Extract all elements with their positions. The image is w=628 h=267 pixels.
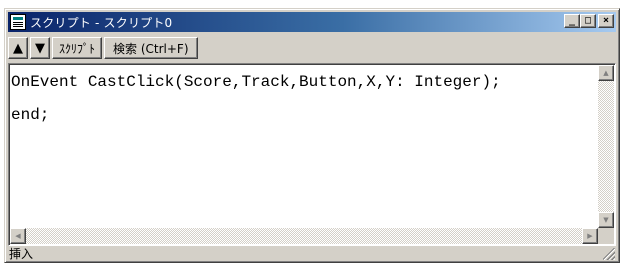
minimize-button[interactable]: _ — [564, 14, 580, 28]
scroll-down-icon: ▼ — [603, 215, 609, 224]
script-select-button[interactable]: ｽｸﾘﾌﾟﾄ — [52, 37, 103, 59]
search-button[interactable]: 検索 (Ctrl+F) — [104, 37, 198, 59]
toolbar: ▲ ▼ ｽｸﾘﾌﾟﾄ 検索 (Ctrl+F) — [8, 35, 616, 61]
code-line[interactable]: end; — [11, 99, 597, 132]
vertical-scrollbar[interactable]: ▲ ▼ — [598, 65, 614, 228]
window-controls: _ □ × — [564, 14, 614, 28]
scroll-left-button[interactable]: ◀ — [10, 228, 26, 244]
script-editor-window: スクリプト - スクリプト0 _ □ × ▲ ▼ ｽｸﾘﾌﾟﾄ 検索 (Ctrl… — [4, 8, 620, 263]
script-window-icon[interactable] — [10, 14, 26, 30]
title-bar[interactable]: スクリプト - スクリプト0 _ □ × — [8, 12, 616, 32]
script-editor[interactable]: OnEvent CastClick(Score,Track,Button,X,Y… — [8, 63, 616, 246]
up-arrow-icon: ▲ — [13, 40, 23, 56]
scrollbar-corner — [598, 228, 614, 244]
scroll-up-button[interactable]: ▲ — [598, 65, 614, 81]
previous-script-button[interactable]: ▲ — [8, 37, 28, 59]
down-arrow-icon: ▼ — [35, 40, 45, 56]
close-button[interactable]: × — [598, 14, 614, 28]
scroll-up-icon: ▲ — [603, 68, 609, 77]
status-bar: 挿入 — [8, 247, 616, 261]
code-line[interactable]: OnEvent CastClick(Score,Track,Button,X,Y… — [11, 66, 597, 99]
code-text-area[interactable]: OnEvent CastClick(Score,Track,Button,X,Y… — [11, 66, 597, 227]
resize-grip-icon[interactable] — [603, 248, 615, 260]
scroll-down-button[interactable]: ▼ — [598, 212, 614, 228]
horizontal-scrollbar[interactable]: ◀ ▶ — [10, 228, 598, 244]
maximize-button[interactable]: □ — [580, 14, 596, 28]
scroll-right-icon: ▶ — [587, 231, 593, 240]
scroll-right-button[interactable]: ▶ — [582, 228, 598, 244]
next-script-button[interactable]: ▼ — [30, 37, 50, 59]
scroll-left-icon: ◀ — [15, 231, 21, 240]
window-title: スクリプト - スクリプト0 — [30, 15, 173, 30]
insert-mode-status: 挿入 — [9, 247, 34, 261]
